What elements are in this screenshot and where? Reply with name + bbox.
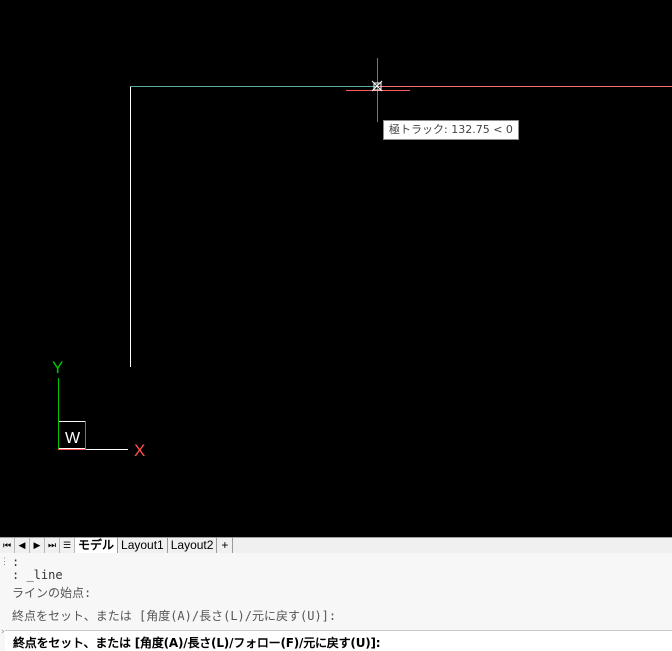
next-icon: ▶ [33, 540, 41, 550]
prev-icon: ◀ [18, 540, 26, 550]
ucs-icon: W Y X [52, 358, 145, 460]
tab-list-button[interactable]: ☰ [60, 538, 75, 553]
grip-icon[interactable]: ⋮ [0, 557, 9, 567]
command-history-line: ラインの始点: [12, 586, 92, 600]
ucs-w-label: W [65, 430, 81, 447]
command-history-line: : [12, 555, 20, 569]
first-icon: ⏮ [2, 540, 12, 550]
command-history-line: 終点をセット、または [角度(A)/長さ(L)/元に戻す(U)]: [12, 609, 337, 623]
last-tab-button[interactable]: ⏭ [45, 538, 60, 553]
layout-tab-bar: ⏮ ◀ ▶ ⏭ ☰ モデル Layout1 Layout2 + [0, 537, 672, 554]
tab-model[interactable]: モデル [75, 538, 119, 553]
prev-tab-button[interactable]: ◀ [15, 538, 30, 553]
last-icon: ⏭ [47, 540, 57, 550]
list-icon: ☰ [62, 540, 72, 550]
command-history-line: : _line [12, 568, 63, 582]
tab-layout1[interactable]: Layout1 [118, 538, 168, 553]
drawing-canvas[interactable]: W Y X 極トラック: 132.75 < 0 [0, 0, 672, 537]
add-tab-button[interactable]: + [217, 538, 234, 553]
command-input[interactable]: 終点をセット、または [角度(A)/長さ(L)/フォロー(F)/元に戻す(U)]… [5, 630, 672, 651]
drawing-svg: W Y X [52, 58, 672, 460]
tab-layout2[interactable]: Layout2 [167, 538, 218, 553]
next-tab-button[interactable]: ▶ [30, 538, 45, 553]
ucs-x-label: X [134, 441, 145, 460]
first-tab-button[interactable]: ⏮ [0, 538, 15, 553]
command-prompt: 終点をセット、または [角度(A)/長さ(L)/フォロー(F)/元に戻す(U)]… [13, 636, 381, 650]
ucs-y-label: Y [52, 358, 63, 377]
crosshair-cursor [346, 58, 410, 122]
polar-tracking-tooltip: 極トラック: 132.75 < 0 [383, 120, 519, 140]
